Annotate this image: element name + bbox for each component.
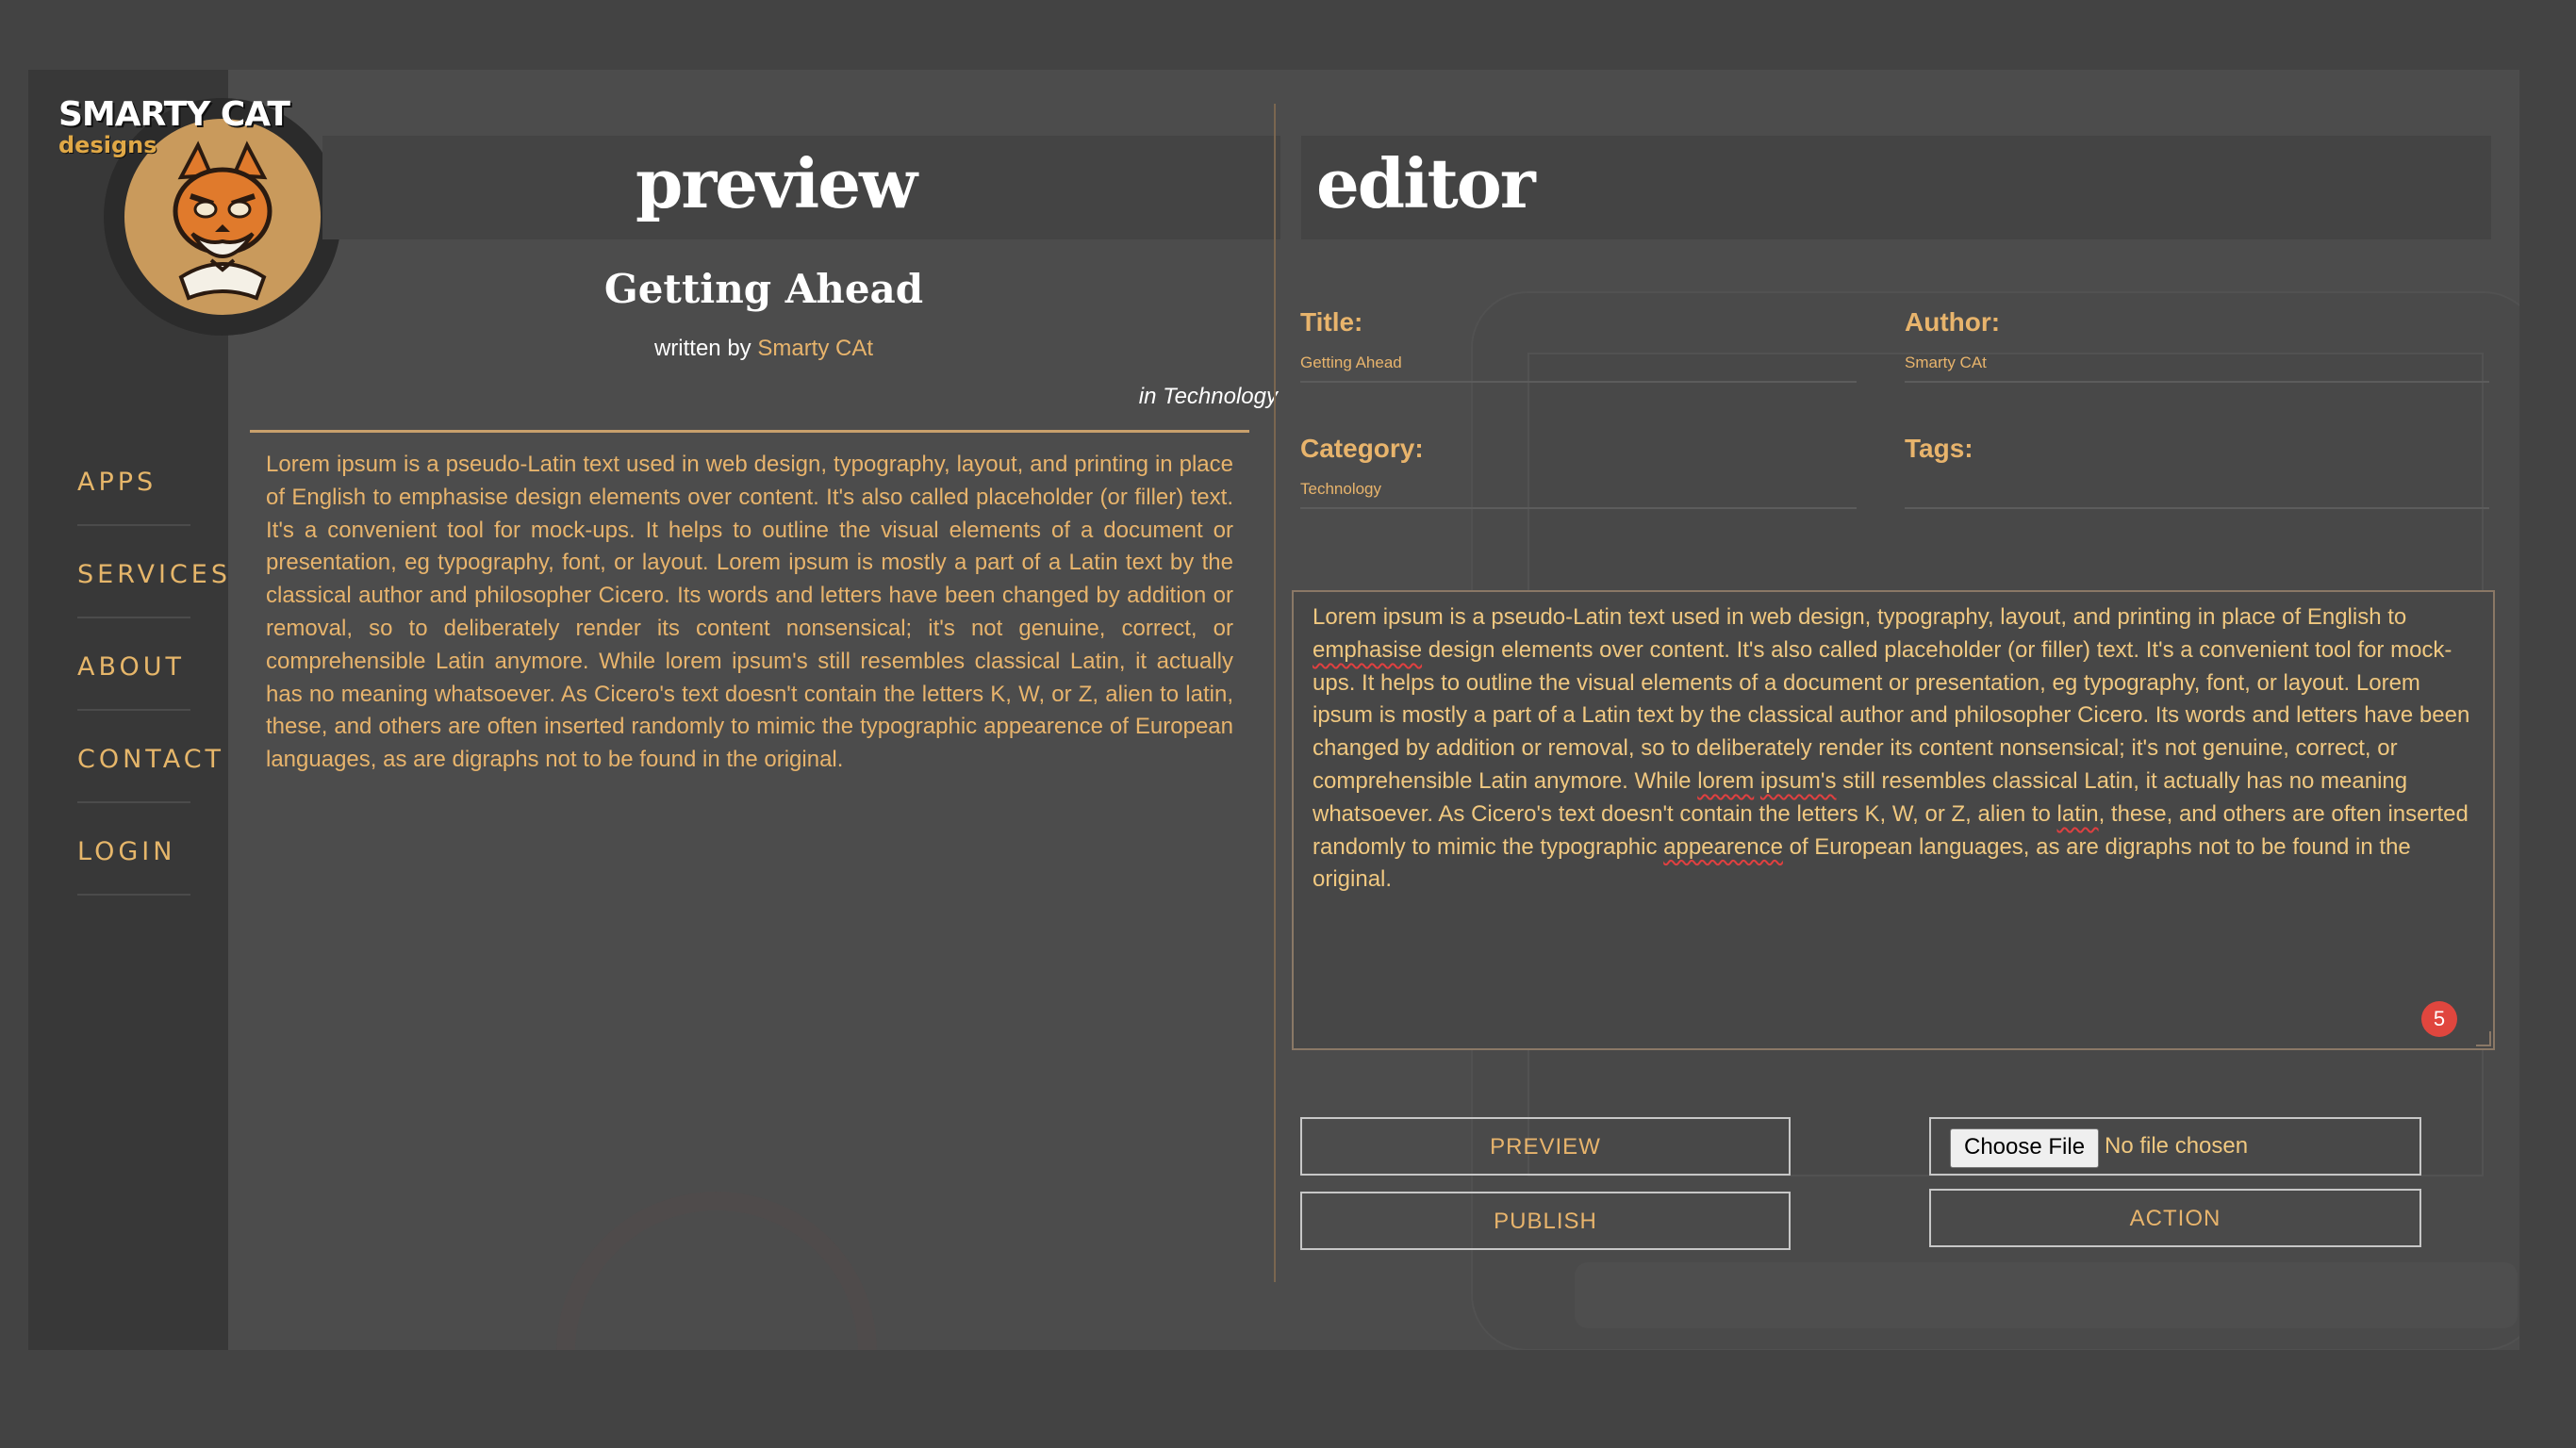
tags-input[interactable] [1905, 471, 2489, 509]
title-label: Title: [1300, 307, 1363, 337]
author-input[interactable] [1905, 345, 2489, 383]
misspelled-word: latin [2056, 800, 2099, 827]
action-button[interactable]: ACTION [1929, 1189, 2421, 1247]
preview-button[interactable]: PREVIEW [1300, 1117, 1791, 1176]
editor-heading-bar: editor [1301, 136, 2491, 239]
nav-item-contact[interactable]: CONTACT [77, 724, 221, 816]
byline-prefix: written by [653, 336, 751, 361]
content-textarea[interactable]: Lorem ipsum is a pseudo-Latin text used … [1292, 590, 2495, 1050]
article-title: Getting Ahead [603, 266, 924, 312]
logo-wordmark: SMARTY CAT designs [58, 95, 290, 158]
article-body: Lorem ipsum is a pseudo-Latin text used … [266, 452, 1233, 773]
editor-heading: editor [1316, 143, 1536, 223]
spelling-error-count-badge[interactable]: 5 [2421, 1001, 2457, 1037]
app-window: APPS SERVICES ABOUT CONTACT LOGIN SMARTY… [28, 70, 2519, 1350]
preview-heading: preview [636, 143, 917, 223]
choose-file-button[interactable]: Choose File [1950, 1128, 2100, 1168]
sidebar-nav: APPS SERVICES ABOUT CONTACT LOGIN [77, 447, 227, 909]
content-text: Lorem ipsum is a pseudo-Latin text used … [1313, 604, 2407, 630]
misspelled-word: emphasise [1313, 636, 1423, 663]
logo-line-2: designs [58, 132, 157, 158]
article-category: in Technology [1138, 384, 1278, 409]
background-ring-image [556, 1192, 877, 1350]
nav-item-services[interactable]: SERVICES [77, 539, 227, 632]
logo-line-1: SMARTY CAT [58, 95, 290, 134]
category-input[interactable] [1300, 471, 1857, 509]
content-text [1754, 768, 1760, 794]
nav-item-login[interactable]: LOGIN [77, 816, 190, 909]
title-input[interactable] [1300, 345, 1857, 383]
column-divider [1274, 104, 1276, 1282]
article-byline: written by Smarty CAt [250, 336, 1278, 362]
background-dock-image [1575, 1262, 2518, 1328]
byline-author: Smarty CAt [757, 336, 874, 361]
misspelled-word: appearence [1663, 833, 1783, 860]
nav-item-apps[interactable]: APPS [77, 447, 190, 539]
article-divider [250, 430, 1249, 433]
nav-item-about[interactable]: ABOUT [77, 632, 190, 724]
resize-handle-icon[interactable] [2476, 1031, 2491, 1046]
tags-label: Tags: [1905, 434, 1973, 463]
category-label: Category: [1300, 434, 1424, 463]
preview-heading-bar: preview [322, 136, 1280, 239]
author-label: Author: [1905, 307, 2001, 337]
file-upload-field: Choose File No file chosen [1929, 1117, 2421, 1176]
file-status-text: No file chosen [2105, 1133, 2249, 1159]
publish-button[interactable]: PUBLISH [1300, 1192, 1791, 1250]
misspelled-word: lorem [1697, 767, 1755, 794]
misspelled-word: ipsum's [1759, 767, 1837, 794]
